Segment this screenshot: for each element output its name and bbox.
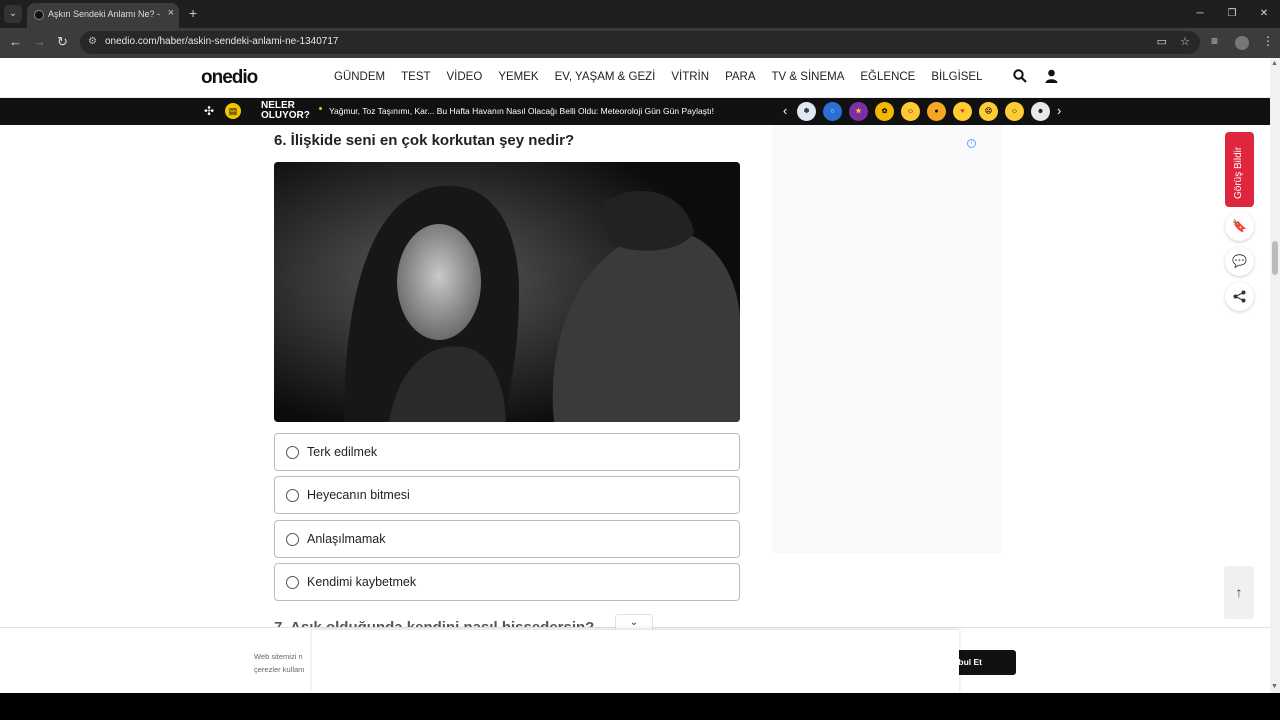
search-icon[interactable]	[1013, 69, 1027, 86]
comments-icon[interactable]: 💬	[1225, 247, 1254, 276]
profile-avatar[interactable]	[1235, 36, 1249, 50]
emoji-glasses-face-icon[interactable]: ☺	[901, 102, 920, 121]
feedback-label: Görüş Bildir	[1233, 146, 1244, 199]
question-title: 6. İlişkide seni en çok korkutan şey ned…	[274, 132, 575, 149]
browser-menu-icon[interactable]: ⋮	[1262, 34, 1274, 48]
scroll-down-arrow-icon[interactable]: ▼	[1271, 683, 1278, 690]
answer-option-3[interactable]: Anlaşılmamak	[274, 520, 740, 558]
bookmark-icon[interactable]: 🔖	[1225, 212, 1254, 241]
emoji-orange-face-icon[interactable]: ●	[927, 102, 946, 121]
nav-item-test[interactable]: TEST	[401, 71, 430, 83]
ticker-dot	[319, 107, 322, 110]
emoji-speech-face-icon[interactable]: ☻	[1031, 102, 1050, 121]
nav-item-tv-sinema[interactable]: TV & SİNEMA	[772, 71, 845, 83]
reaction-emoji-strip: ❄ ○ ★ ✿ ☺ ● ♥ ☹ ☺ ☻	[797, 102, 1050, 121]
news-ticker: ✣ ▤ NELER OLUYOR? Yağmur, Toz Taşınımı, …	[0, 98, 1270, 125]
nav-item-vitrin[interactable]: VİTRİN	[671, 71, 709, 83]
scroll-up-arrow-icon[interactable]: ▲	[1271, 60, 1278, 67]
share-icon[interactable]	[1225, 282, 1254, 311]
radio-button[interactable]	[286, 533, 299, 546]
cookie-text-line2: çerezler kullanı	[254, 665, 305, 674]
back-arrow-icon[interactable]: ←	[9, 34, 22, 49]
reload-icon[interactable]: ↻	[57, 34, 68, 50]
tab-close-icon[interactable]: ×	[168, 7, 174, 19]
emoji-smile-face-icon[interactable]: ☺	[1005, 102, 1024, 121]
bookmark-star-icon[interactable]: ☆	[1180, 36, 1190, 48]
sidebar-ad[interactable]: i	[772, 125, 1002, 553]
answer-label: Heyecanın bitmesi	[307, 488, 410, 502]
nav-item-ev-yasam-gezi[interactable]: EV, YAŞAM & GEZİ	[555, 71, 656, 83]
omnibox-actions: ▭ ☆	[1157, 35, 1190, 48]
browser-toolbar: ← → ↻ ⚙ onedio.com/haber/askin-sendeki-a…	[0, 28, 1280, 58]
answer-label: Anlaşılmamak	[307, 532, 386, 546]
cookie-consent-text: Web sitemizi n çerezler kullanı	[254, 650, 314, 676]
answer-label: Kendimi kaybetmek	[307, 575, 417, 589]
minimize-icon[interactable]: ─	[1184, 0, 1216, 28]
new-tab-button[interactable]: +	[189, 5, 197, 21]
apps-grid-icon[interactable]: ✣	[204, 104, 214, 118]
scroll-to-top-button[interactable]: ↑	[1224, 566, 1254, 619]
nav-item-gundem[interactable]: GÜNDEM	[334, 71, 385, 83]
nav-item-para[interactable]: PARA	[725, 71, 755, 83]
site-header: onedio GÜNDEM TEST VİDEO YEMEK EV, YAŞAM…	[0, 58, 1270, 98]
answer-option-4[interactable]: Kendimi kaybetmek	[274, 563, 740, 601]
browser-tab-strip: ⌄ Aşkın Sendeki Anlamı Ne? - Onedio × + …	[0, 0, 1280, 28]
url-text[interactable]: onedio.com/haber/askin-sendeki-anlami-ne…	[105, 36, 338, 47]
feedback-button[interactable]: Görüş Bildir	[1225, 132, 1254, 207]
tab-title: Aşkın Sendeki Anlamı Ne? - Onedio	[48, 9, 160, 19]
radio-button[interactable]	[286, 576, 299, 589]
nav-item-bilgisel[interactable]: BİLGİSEL	[931, 71, 982, 83]
ticker-headline[interactable]: Yağmur, Toz Taşınımı, Kar... Bu Hafta Ha…	[329, 106, 739, 116]
answer-option-1[interactable]: Terk edilmek	[274, 433, 740, 471]
web-page: onedio GÜNDEM TEST VİDEO YEMEK EV, YAŞAM…	[0, 58, 1270, 693]
page-scrollbar[interactable]: ▲ ▼	[1270, 58, 1280, 693]
emoji-crying-face-icon[interactable]: ☹	[979, 102, 998, 121]
window-controls: ─ ❐ ✕	[1184, 0, 1280, 28]
emoji-star-badge-icon[interactable]: ★	[849, 102, 868, 121]
user-account-icon[interactable]	[1045, 69, 1058, 86]
install-app-icon[interactable]: ▭	[1157, 36, 1167, 48]
restore-icon[interactable]: ❐	[1216, 0, 1248, 28]
emoji-snowflake-icon[interactable]: ❄	[797, 102, 816, 121]
question-image	[274, 162, 740, 422]
forward-arrow-icon[interactable]: →	[33, 34, 46, 49]
site-info-icon[interactable]: ⚙	[88, 36, 97, 47]
news-badge-icon: ▤	[225, 103, 241, 119]
main-navigation: GÜNDEM TEST VİDEO YEMEK EV, YAŞAM & GEZİ…	[334, 71, 983, 83]
tab-search-menu-icon[interactable]: ⌄	[4, 5, 22, 23]
onedio-logo[interactable]: onedio	[201, 67, 258, 89]
onedio-favicon-icon	[34, 10, 44, 20]
radio-button[interactable]	[286, 489, 299, 502]
ticker-next-chevron-icon[interactable]: ›	[1057, 103, 1061, 118]
address-bar[interactable]: ⚙ onedio.com/haber/askin-sendeki-anlami-…	[80, 31, 1200, 54]
nav-item-video[interactable]: VİDEO	[447, 71, 483, 83]
ticker-prev-chevron-icon[interactable]: ‹	[783, 103, 787, 118]
answer-option-2[interactable]: Heyecanın bitmesi	[274, 476, 740, 514]
emoji-blue-badge-icon[interactable]: ○	[823, 102, 842, 121]
sticky-bottom-ad[interactable]	[312, 630, 959, 693]
ad-info-icon[interactable]: i	[967, 139, 976, 148]
answer-label: Terk edilmek	[307, 445, 378, 459]
emoji-heart-eyes-icon[interactable]: ♥	[953, 102, 972, 121]
ticker-label-line2: OLUYOR?	[261, 110, 310, 121]
nav-item-eglence[interactable]: EĞLENCE	[860, 71, 915, 83]
cookie-text-line1: Web sitemizi n	[254, 652, 303, 661]
scroll-thumb[interactable]	[1272, 241, 1278, 275]
ticker-label: NELER OLUYOR?	[261, 101, 310, 121]
emoji-flower-badge-icon[interactable]: ✿	[875, 102, 894, 121]
nav-item-yemek[interactable]: YEMEK	[498, 71, 538, 83]
radio-button[interactable]	[286, 446, 299, 459]
media-controls-icon[interactable]: ≡	[1211, 34, 1218, 48]
collapse-ad-chevron-icon[interactable]: ⌄	[615, 614, 653, 631]
browser-tab-active[interactable]: Aşkın Sendeki Anlamı Ne? - Onedio ×	[27, 3, 179, 28]
window-close-icon[interactable]: ✕	[1248, 0, 1280, 28]
